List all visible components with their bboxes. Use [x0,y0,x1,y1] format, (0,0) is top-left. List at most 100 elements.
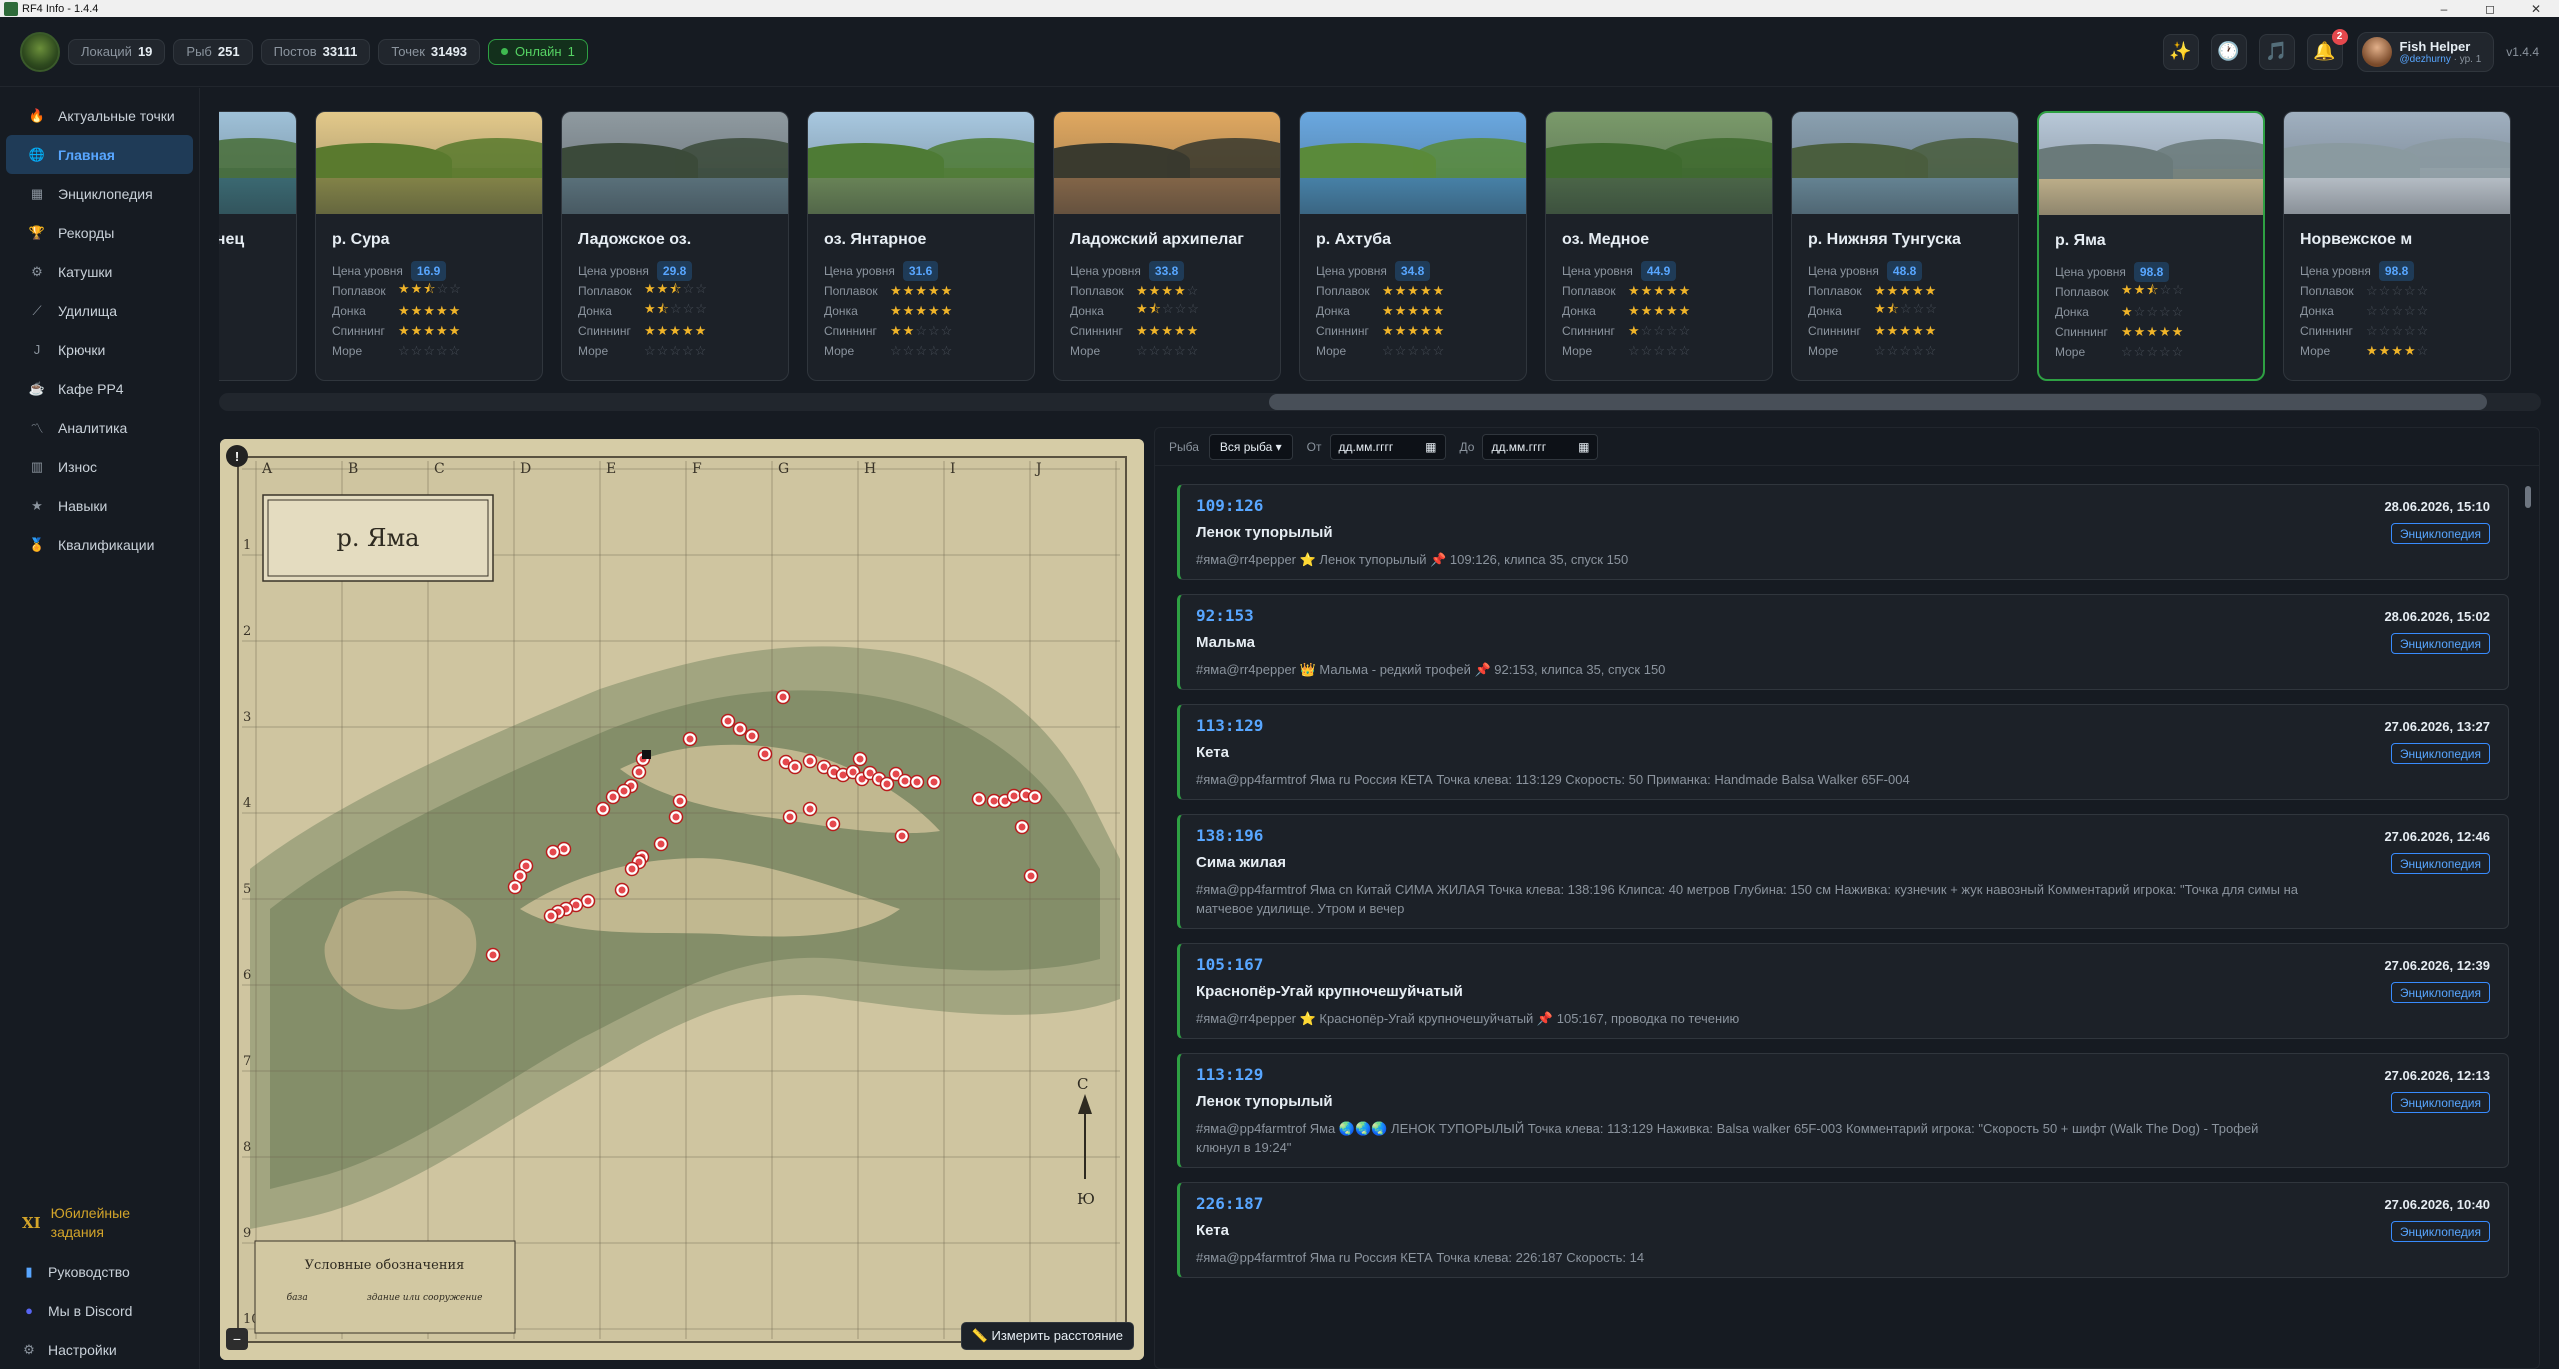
rating-row: Донка ★★★★★ [808,301,1034,321]
close-button[interactable]: ✕ [2513,2,2559,16]
profile-handle-text: @dezhurny [2399,53,2451,65]
sidebar-item-label: Катушки [58,263,113,280]
post-coords[interactable]: 92:153 [1196,606,2492,625]
post-coords[interactable]: 113:129 [1196,1065,2492,1084]
stat-label: Рыб [186,44,212,59]
rating-label: Поплавок [1562,284,1616,298]
post-time: 27.06.2026, 13:27 [2384,719,2490,734]
building-marker [642,750,651,759]
post-card[interactable]: 226:187 Кета #яма@pp4farmtrof Яма ru Росси… [1177,1182,2509,1278]
jubilee-tasks[interactable]: XI Юбилейные задания [0,1204,200,1252]
post-card[interactable]: 105:167 Краснопёр-Угай крупночешуйчатый #я… [1177,943,2509,1039]
maximize-button[interactable]: ◻ [2467,2,2513,16]
online-count: 1 [567,44,575,59]
post-card[interactable]: 113:129 Ленок тупорылый #яма@pp4farmtrof Я… [1177,1053,2509,1168]
encyclopedia-button[interactable]: Энциклопедия [2390,1092,2490,1113]
clock-icon[interactable]: 🕐 [2210,33,2247,70]
stat-value: 31493 [430,44,468,59]
grid-row-label: 6 [243,968,251,983]
music-icon[interactable]: 🎵 [2258,33,2295,70]
zoom-out-button[interactable]: − [226,1328,248,1350]
user-profile[interactable]: Fish Helper @dezhurny · ур. 1 [2356,31,2495,72]
post-card[interactable]: 92:153 Мальма #яма@rr4pepper 👑 Мальма - ре… [1177,594,2509,690]
post-coords[interactable]: 138:196 [1196,826,2492,845]
post-coords[interactable]: 226:187 [1196,1194,2492,1213]
encyclopedia-button[interactable]: Энциклопедия [2390,633,2490,654]
sidebar-item-reel[interactable]: ⚙ Катушки [6,252,193,291]
calendar-icon[interactable]: ▦ [1578,440,1589,454]
location-card[interactable]: оз. Медное Цена уровня 44.9 Поплавок ★★★★★ До… [1545,111,1773,381]
location-card[interactable]: р. Сура Цена уровня 16.9 Поплавок ★★⯪☆☆ Донка… [315,111,543,381]
location-name: Ладожский архипелаг [1070,231,1244,248]
location-card[interactable]: Ладожское оз. Цена уровня 29.8 Поплавок ★★⯪☆… [561,111,789,381]
rating-stars: ★★★★★ [2121,324,2185,339]
scrollbar-thumb[interactable] [1269,394,2487,410]
location-card[interactable]: р. Ахтуба Цена уровня 34.8 Поплавок ★★★★★ Дон… [1299,111,1527,381]
post-fish: Ленок тупорылый [1196,524,1333,541]
location-image [1546,112,1772,214]
location-card[interactable]: оз. Янтарное Цена уровня 31.6 Поплавок ★★★★★… [807,111,1035,381]
location-map[interactable]: A B C D E F G H I J 1 2 3 4 5 6 7 8 9 10 С Ю ! р. Яма Условны… [220,439,1144,1360]
sparkle-icon[interactable]: ✨ [2162,33,2199,70]
sidebar-item-book[interactable]: ▦ Энциклопедия [6,174,193,213]
app-logo[interactable] [20,31,60,72]
scrollbar-thumb[interactable] [2525,486,2531,508]
date-to-input[interactable]: дд.мм.гггг ▦ [1482,433,1599,460]
rating-stars: ★☆☆☆☆ [1628,323,1692,338]
post-card[interactable]: 138:196 Сима жилая #яма@pp4farmtrof Яма cn… [1177,814,2509,929]
cards-scrollbar[interactable] [219,393,2541,411]
post-coords[interactable]: 113:129 [1196,716,2492,735]
sidebar-item-rod[interactable]: ⟋ Удилища [6,291,193,330]
grid-row-label: 3 [243,710,251,725]
info-icon[interactable]: ! [226,445,248,467]
encyclopedia-button[interactable]: Энциклопедия [2390,982,2490,1003]
post-coords[interactable]: 109:126 [1196,496,2492,515]
sidebar-item-chart[interactable]: 〽 Аналитика [6,408,193,447]
sidebar-item-hook[interactable]: J Крючки [6,330,193,369]
location-card[interactable]: р. Яма Цена уровня 98.8 Поплавок ★★⯪☆☆ Донка ★… [2037,111,2265,381]
sidebar-item-flame[interactable]: 🔥 Актуальные точки [6,96,193,135]
sidebar-item-coffee[interactable]: ☕ Кафе РР4 [6,369,193,408]
bell-icon[interactable]: 🔔 2 [2306,28,2348,70]
post-time: 27.06.2026, 12:13 [2384,1068,2490,1083]
post-card[interactable]: 109:126 Ленок тупорылый #яма@rr4pepper ⭐ Л… [1177,484,2509,580]
post-text: #яма@pp4farmtrof Яма ru Россия КЕТА Точк… [1196,1250,1645,1265]
level-price: Цена уровня 98.8 [2284,249,2510,281]
rating-row: Спиннинг ★★★★★ [1792,321,2018,341]
post-coords[interactable]: 105:167 [1196,955,2492,974]
rating-stars: ☆☆☆☆☆ [2121,344,2185,359]
location-image [1300,112,1526,214]
location-card[interactable]: р. Северский ДонецЦена уровня15.9Поплаво… [219,111,297,381]
location-card[interactable]: Ладожский архипелаг Цена уровня 33.8 Поплав… [1053,111,1281,381]
encyclopedia-button[interactable]: Энциклопедия [2390,743,2490,764]
date-from-input[interactable]: дд.мм.гггг ▦ [1329,433,1446,460]
sidebar-item-discord[interactable]: ● Мы в Discord [0,1291,200,1330]
sidebar-item-star[interactable]: ★ Навыки [6,486,193,525]
rating-row: Спиннинг ★★★★★ [2039,322,2263,342]
sidebar-item-globe[interactable]: 🌐 Главная [6,135,193,174]
encyclopedia-button[interactable]: Энциклопедия [2390,1221,2490,1242]
location-name: оз. Медное [1562,231,1650,248]
sidebar-item-trophy[interactable]: 🏆 Рекорды [6,213,193,252]
level-price: Цена уровня 34.8 [1300,249,1526,281]
rating-stars: ★★★★★ [1382,283,1446,298]
sidebar-item-guide[interactable]: ▮ Руководство [0,1252,200,1291]
posts-scrollbar[interactable] [2523,484,2533,1364]
sidebar-item-settings[interactable]: ⚙ Настройки [0,1330,200,1369]
encyclopedia-button[interactable]: Энциклопедия [2390,523,2490,544]
sidebar-item-medal[interactable]: 🏅 Квалификации [6,525,193,564]
encyclopedia-button[interactable]: Энциклопедия [2390,853,2490,874]
fishing-spot-pin-dot [930,778,938,786]
minimize-button[interactable]: – [2421,2,2467,16]
sidebar-item-wear[interactable]: ▥ Износ [6,447,193,486]
post-card[interactable]: 113:129 Кета #яма@pp4farmtrof Яма ru Росси… [1177,704,2509,800]
calendar-icon[interactable]: ▦ [1425,440,1436,454]
location-card[interactable]: р. Нижняя Тунгуска Цена уровня 48.8 Поплаво… [1791,111,2019,381]
location-card[interactable]: Норвежское м Цена уровня 98.8 Поплавок ☆☆☆☆☆… [2283,111,2511,381]
window-title: RF4 Info - 1.4.4 [22,2,99,15]
rating-row: Спиннинг ★★★★★ [316,321,542,341]
fishing-spot-pin-dot [549,848,557,856]
star-icon: ★ [31,497,43,513]
measure-distance-button[interactable]: 📏 Измерить расстояние [960,1322,1134,1350]
fish-filter-select[interactable]: Вся рыба ▾ [1208,433,1293,460]
